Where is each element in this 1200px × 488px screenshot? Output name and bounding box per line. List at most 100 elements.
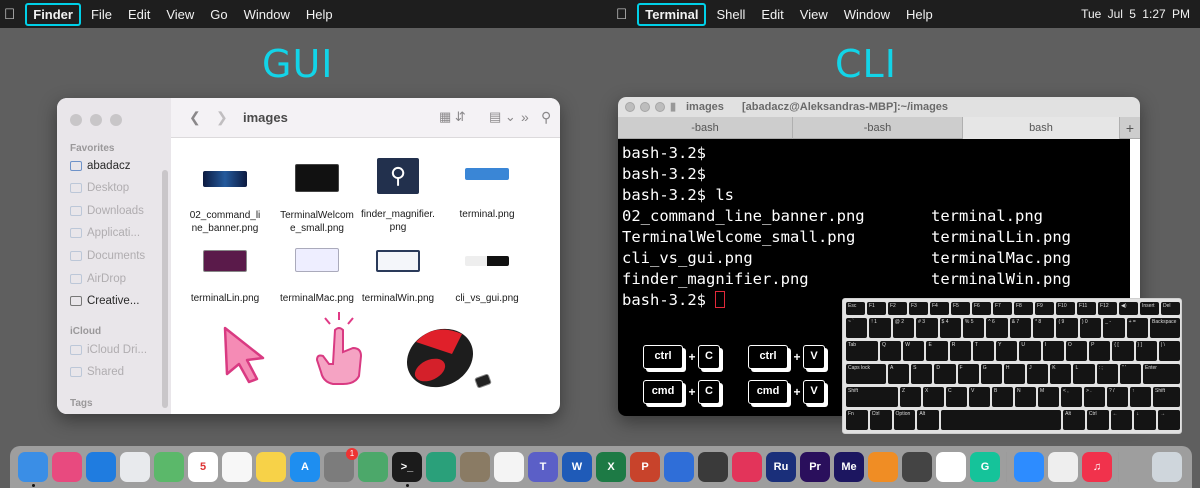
keyboard-key: Shift: [1153, 387, 1180, 407]
keyboard-key: Alt: [1063, 410, 1085, 430]
word-icon[interactable]: W: [562, 452, 592, 482]
slack-icon[interactable]: [936, 452, 966, 482]
trash-icon[interactable]: [1152, 452, 1182, 482]
minimize-button[interactable]: [90, 114, 102, 126]
terminal-tab-2[interactable]: -bash: [793, 117, 963, 139]
rush-icon[interactable]: Ru: [766, 452, 796, 482]
minimize-button[interactable]: [640, 102, 650, 112]
shortcut-key: cmd: [643, 380, 683, 404]
maps-icon[interactable]: [154, 452, 184, 482]
menu-edit[interactable]: Edit: [753, 7, 791, 22]
menu-window[interactable]: Window: [236, 7, 298, 22]
close-button[interactable]: [70, 114, 82, 126]
terminal-icon[interactable]: >_: [392, 452, 422, 482]
menu-go[interactable]: Go: [202, 7, 235, 22]
file-item[interactable]: TerminalWelcome_small.png: [279, 164, 355, 235]
file-item[interactable]: ⚲ finder_magnifier.png: [360, 158, 436, 234]
documents-icon: [70, 251, 82, 261]
menu-file[interactable]: File: [83, 7, 120, 22]
new-tab-button[interactable]: +: [1120, 117, 1140, 139]
menu-edit[interactable]: Edit: [120, 7, 158, 22]
keyboard-key: F9: [1035, 302, 1054, 315]
keyboard-key: P: [1089, 341, 1111, 361]
reminders-icon[interactable]: [222, 452, 252, 482]
sourcetree-icon[interactable]: [426, 452, 456, 482]
search-icon[interactable]: ⚲: [541, 109, 551, 126]
sidebar-item-airdrop[interactable]: AirDrop: [70, 273, 126, 285]
keyboard-key: # 3: [916, 318, 938, 338]
chrome-icon[interactable]: [120, 452, 150, 482]
terminal-output[interactable]: bash-3.2$ bash-3.2$ bash-3.2$ ls 02_command…: [622, 143, 1071, 311]
sidebar-item-icloud-drive[interactable]: iCloud Dri...: [70, 344, 147, 356]
sidebar-item-documents[interactable]: Documents: [70, 250, 145, 262]
file-item[interactable]: 02_command_line_banner.png: [187, 164, 263, 235]
safari-icon[interactable]: [86, 452, 116, 482]
ls-entry: finder_magnifier.png: [622, 270, 809, 288]
app-menu-finder[interactable]: Finder: [25, 2, 81, 26]
keyboard-key: Option: [893, 410, 916, 430]
textedit-icon[interactable]: [1048, 452, 1078, 482]
menu-view[interactable]: View: [158, 7, 202, 22]
keyboard-key: % 5: [962, 318, 985, 338]
keynote-icon[interactable]: [664, 452, 694, 482]
powerpoint-icon[interactable]: P: [630, 452, 660, 482]
zoom-button[interactable]: [655, 102, 665, 112]
downloads-icon: [70, 206, 82, 216]
menu-help[interactable]: Help: [298, 7, 341, 22]
sidebar-item-shared[interactable]: Shared: [70, 366, 124, 378]
books-icon[interactable]: [868, 452, 898, 482]
file-item[interactable]: cli_vs_gui.png: [449, 256, 525, 305]
menu-window[interactable]: Window: [836, 7, 898, 22]
teams-icon[interactable]: T: [528, 452, 558, 482]
calendar-icon[interactable]: 5: [188, 452, 218, 482]
apple-menu-icon[interactable]: : [612, 6, 635, 23]
gimp-icon[interactable]: [460, 452, 490, 482]
terminal-windows-thumbnail: [376, 250, 420, 272]
desktop-icon: [70, 183, 82, 193]
sidebar-item-home[interactable]: abadacz: [70, 160, 130, 172]
sidebar-item-desktop[interactable]: Desktop: [70, 182, 129, 194]
group-by-icon[interactable]: ▤ ⌄: [489, 109, 516, 125]
launchpad-icon[interactable]: [52, 452, 82, 482]
file-item[interactable]: terminalWin.png: [360, 250, 436, 305]
app-store-icon[interactable]: A: [290, 452, 320, 482]
back-icon[interactable]: ❮: [189, 109, 201, 126]
menu-view[interactable]: View: [792, 7, 836, 22]
atom-icon[interactable]: [358, 452, 388, 482]
calculator-icon[interactable]: [902, 452, 932, 482]
sidebar-item-applications[interactable]: Applicati...: [70, 227, 140, 239]
file-item[interactable]: terminalMac.png: [279, 248, 355, 305]
apple-menu-icon[interactable]: : [0, 6, 23, 23]
terminal-tab-1[interactable]: -bash: [618, 117, 793, 139]
terminal-tab-3[interactable]: bash: [963, 117, 1120, 139]
more-icon[interactable]: »: [521, 109, 529, 125]
quicktime-icon[interactable]: [698, 452, 728, 482]
music-icon[interactable]: ♫: [1082, 452, 1112, 482]
finder-icon[interactable]: [18, 452, 48, 482]
app-menu-terminal[interactable]: Terminal: [637, 2, 707, 26]
sidebar-item-downloads[interactable]: Downloads: [70, 205, 144, 217]
file-item[interactable]: terminal.png: [449, 164, 525, 221]
close-button[interactable]: [625, 102, 635, 112]
menu-shell[interactable]: Shell: [708, 7, 753, 22]
menu-clock[interactable]: Tue Jul 5 1:27 PM: [1081, 7, 1190, 21]
menu-help[interactable]: Help: [898, 7, 941, 22]
sidebar-scrollbar[interactable]: [162, 170, 168, 408]
zoom-icon[interactable]: [1014, 452, 1044, 482]
file-item[interactable]: terminalLin.png: [187, 250, 263, 305]
premiere-icon[interactable]: Pr: [800, 452, 830, 482]
inkscape-icon[interactable]: [494, 452, 524, 482]
sidebar-item-creative[interactable]: Creative...: [70, 295, 139, 307]
notes-icon[interactable]: [256, 452, 286, 482]
plus-sign: +: [793, 385, 801, 399]
forward-icon[interactable]: ❯: [216, 109, 228, 126]
sidebar-item-label: Desktop: [87, 182, 130, 194]
media-encoder-icon[interactable]: Me: [834, 452, 864, 482]
creative-cloud-icon[interactable]: [732, 452, 762, 482]
terminal-title-path: [abadacz@Aleksandras-MBP]:~/images: [742, 101, 949, 113]
excel-icon[interactable]: X: [596, 452, 626, 482]
zoom-button[interactable]: [110, 114, 122, 126]
keyboard-key: @ 2: [892, 318, 915, 338]
grammarly-icon[interactable]: G: [970, 452, 1000, 482]
view-grid-icon[interactable]: ▦ ⇵: [439, 109, 466, 125]
